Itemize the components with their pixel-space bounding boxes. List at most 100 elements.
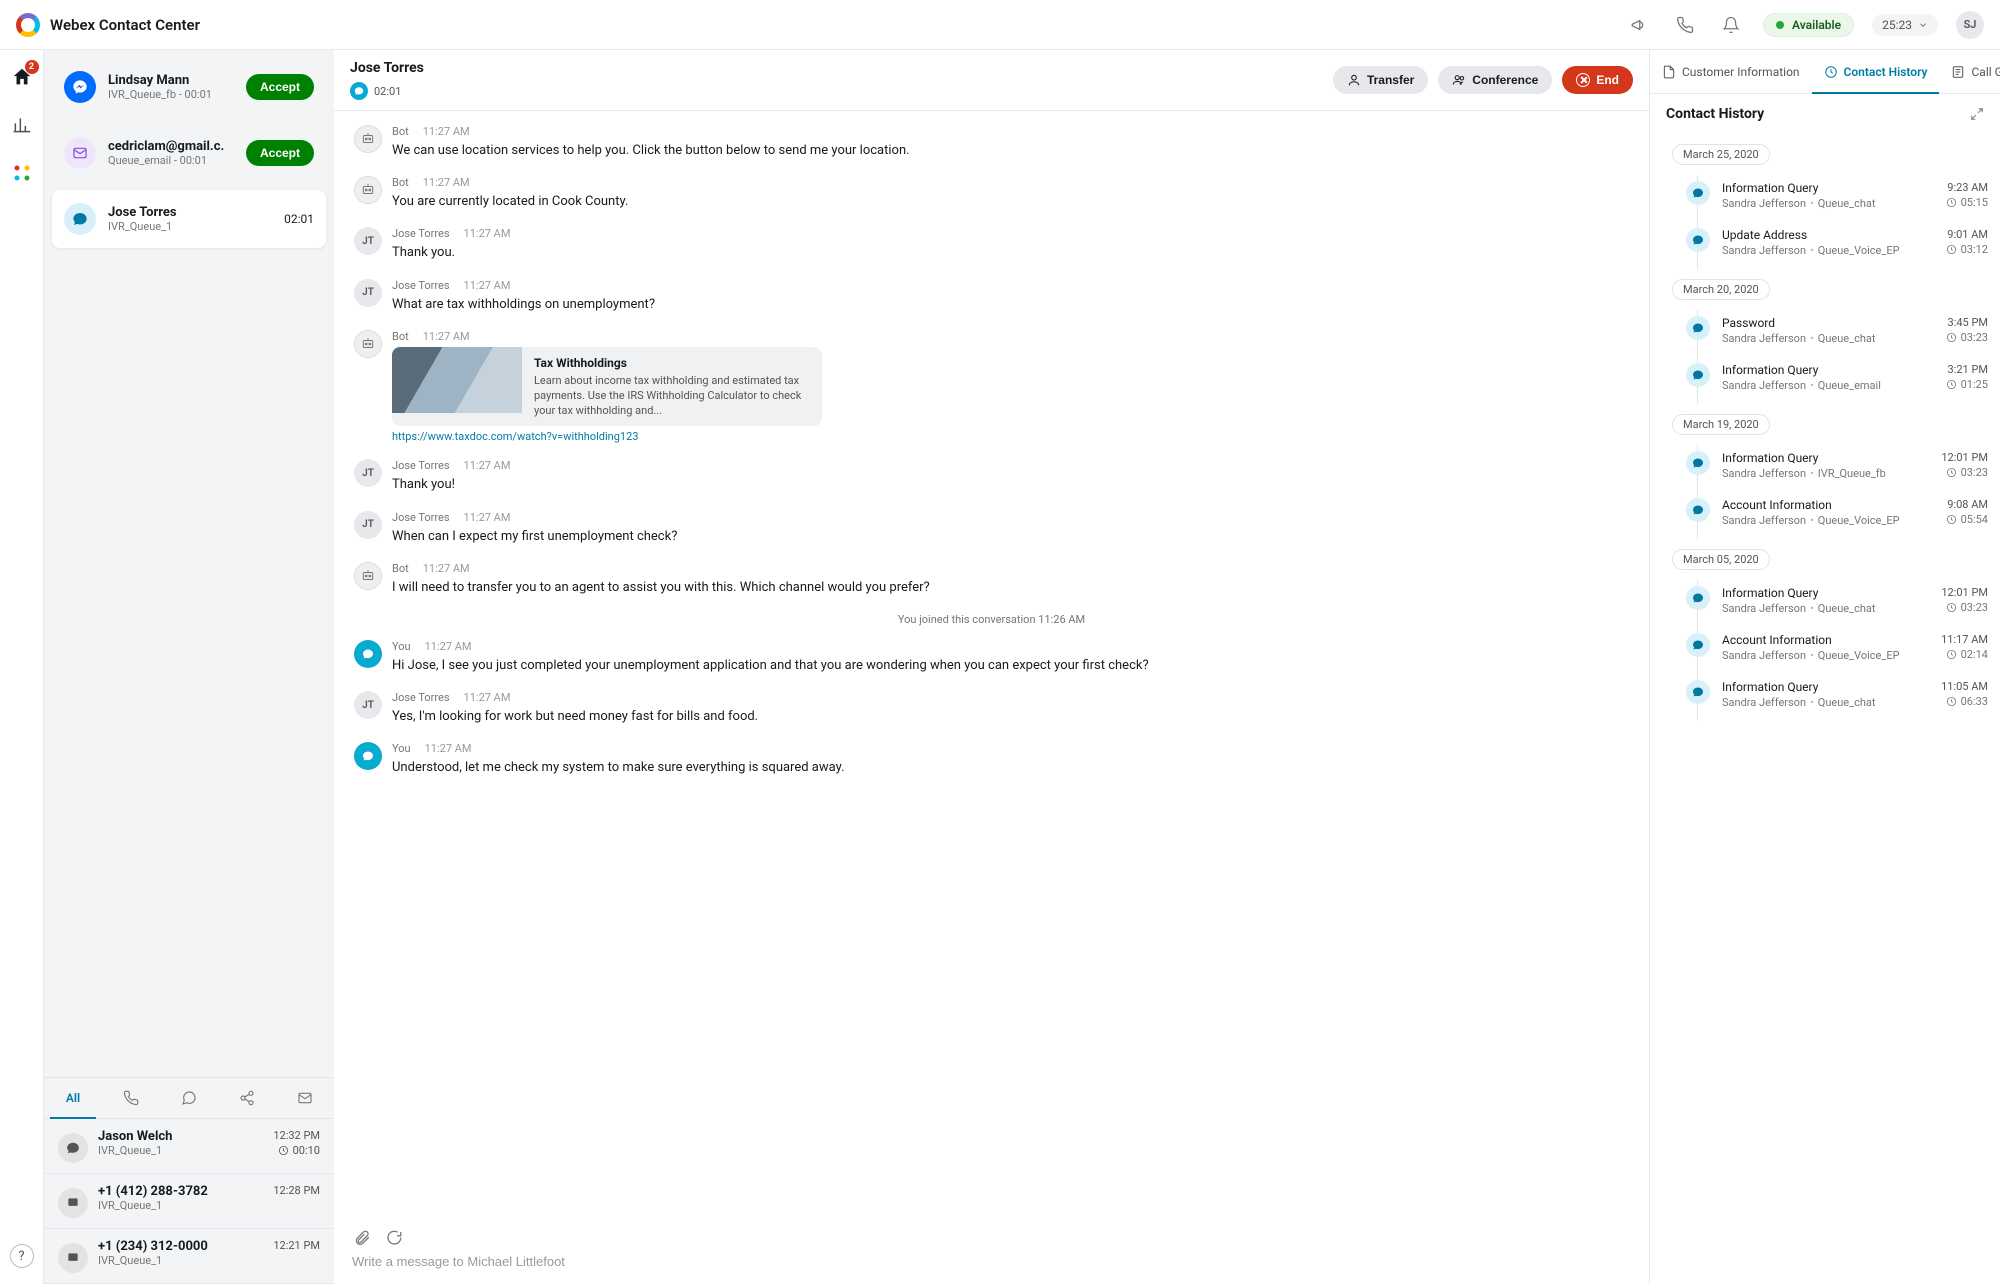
filter-tabs: All bbox=[44, 1077, 334, 1119]
attachment-icon[interactable] bbox=[352, 1228, 372, 1248]
history-duration: 03:12 bbox=[1946, 243, 1988, 256]
history-channel-icon bbox=[1686, 586, 1710, 610]
agent-avatar[interactable]: SJ bbox=[1956, 11, 1984, 39]
history-item[interactable]: Information QuerySandra Jefferson•Queue_… bbox=[1686, 175, 1988, 222]
history-duration: 05:15 bbox=[1946, 196, 1988, 209]
status-label: Available bbox=[1792, 18, 1841, 32]
nav-analytics[interactable] bbox=[9, 112, 35, 138]
message-author: Bot bbox=[392, 562, 409, 575]
tab-contact-history[interactable]: Contact History bbox=[1812, 50, 1940, 93]
session-timer[interactable]: 25:23 bbox=[1872, 14, 1938, 36]
notification-icon[interactable] bbox=[1717, 11, 1745, 39]
messenger-icon bbox=[64, 71, 96, 103]
message-avatar bbox=[354, 640, 382, 668]
recent-duration: 00:10 bbox=[273, 1144, 320, 1157]
history-item[interactable]: Information QuerySandra Jefferson•Queue_… bbox=[1686, 357, 1988, 404]
history-channel-icon bbox=[1686, 451, 1710, 475]
filter-tab-social[interactable] bbox=[218, 1078, 276, 1118]
session-timer-value: 25:23 bbox=[1882, 18, 1912, 32]
message-input[interactable] bbox=[352, 1254, 1631, 1269]
history-item[interactable]: Information QuerySandra Jefferson•IVR_Qu… bbox=[1686, 445, 1988, 492]
conference-icon bbox=[1452, 73, 1466, 87]
task-card-incoming[interactable]: cedriclam@gmail.c. Queue_email - 00:01 A… bbox=[52, 124, 326, 182]
history-icon bbox=[1824, 65, 1838, 79]
task-meta: IVR_Queue_1 bbox=[108, 220, 272, 233]
filter-tab-voice[interactable] bbox=[102, 1078, 160, 1118]
brand: Webex Contact Center bbox=[16, 13, 200, 37]
task-card-incoming[interactable]: Lindsay Mann IVR_Queue_fb - 00:01 Accept bbox=[52, 58, 326, 116]
card-image bbox=[392, 347, 522, 413]
conversation-channel-timer: 02:01 bbox=[374, 85, 401, 98]
history-channel-icon bbox=[1686, 228, 1710, 252]
app-title: Webex Contact Center bbox=[50, 16, 200, 34]
history-item[interactable]: Update AddressSandra Jefferson•Queue_Voi… bbox=[1686, 222, 1988, 269]
end-icon bbox=[1576, 73, 1590, 87]
history-item[interactable]: Information QuerySandra Jefferson•Queue_… bbox=[1686, 674, 1988, 721]
message-author: Jose Torres bbox=[392, 459, 450, 472]
message-author: Jose Torres bbox=[392, 511, 450, 524]
history-item[interactable]: Information QuerySandra Jefferson•Queue_… bbox=[1686, 580, 1988, 627]
task-card-active[interactable]: Jose Torres IVR_Queue_1 02:01 bbox=[52, 190, 326, 248]
message: You11:27 AMUnderstood, let me check my s… bbox=[354, 742, 1629, 777]
contact-history-list[interactable]: March 25, 2020 Information QuerySandra Je… bbox=[1650, 130, 2000, 1284]
history-time: 12:01 PM bbox=[1941, 586, 1988, 599]
recent-item[interactable]: +1 (234) 312-0000 IVR_Queue_1 12:21 PM bbox=[44, 1229, 334, 1284]
nav-home[interactable]: 2 bbox=[9, 64, 35, 90]
expand-icon[interactable] bbox=[1970, 107, 1984, 121]
history-item[interactable]: Account InformationSandra Jefferson•Queu… bbox=[1686, 627, 1988, 674]
accept-button[interactable]: Accept bbox=[246, 140, 314, 166]
message-time: 11:27 AM bbox=[423, 330, 470, 343]
status-pill[interactable]: Available bbox=[1763, 13, 1854, 37]
transcript[interactable]: Bot11:27 AMWe can use location services … bbox=[334, 111, 1649, 1218]
history-item[interactable]: PasswordSandra Jefferson•Queue_chat3:45 … bbox=[1686, 310, 1988, 357]
history-date-pill: March 20, 2020 bbox=[1672, 279, 1770, 300]
message-author: Bot bbox=[392, 125, 409, 138]
quick-reply-icon[interactable] bbox=[384, 1228, 404, 1248]
history-date-pill: March 25, 2020 bbox=[1672, 144, 1770, 165]
nav-help[interactable]: ? bbox=[10, 1244, 34, 1268]
conference-button[interactable]: Conference bbox=[1438, 66, 1552, 94]
history-item[interactable]: Account InformationSandra Jefferson•Queu… bbox=[1686, 492, 1988, 539]
history-duration: 03:23 bbox=[1941, 601, 1988, 614]
history-channel-icon bbox=[1686, 181, 1710, 205]
message-card[interactable]: Tax WithholdingsLearn about income tax w… bbox=[392, 347, 822, 427]
transfer-button[interactable]: Transfer bbox=[1333, 66, 1428, 94]
accept-button[interactable]: Accept bbox=[246, 74, 314, 100]
recent-name: +1 (234) 312-0000 bbox=[98, 1239, 263, 1254]
history-title: Account Information bbox=[1722, 633, 1929, 647]
message-author: Bot bbox=[392, 176, 409, 189]
clock-icon bbox=[278, 1145, 289, 1156]
message-time: 11:27 AM bbox=[464, 459, 511, 472]
brand-logo-icon bbox=[16, 13, 40, 37]
card-title: Tax Withholdings bbox=[534, 355, 810, 371]
message-avatar bbox=[354, 742, 382, 770]
message-time: 11:27 AM bbox=[425, 640, 472, 653]
history-time: 12:01 PM bbox=[1941, 451, 1988, 464]
history-duration: 05:54 bbox=[1946, 513, 1988, 526]
message-time: 11:27 AM bbox=[423, 125, 470, 138]
end-button[interactable]: End bbox=[1562, 66, 1633, 94]
history-channel-icon bbox=[1686, 633, 1710, 657]
filter-tab-chat[interactable] bbox=[160, 1078, 218, 1118]
message-time: 11:27 AM bbox=[464, 279, 511, 292]
history-duration: 01:25 bbox=[1946, 378, 1988, 391]
message-avatar: JT bbox=[354, 459, 382, 487]
announcement-icon[interactable] bbox=[1625, 11, 1653, 39]
guide-icon bbox=[1951, 65, 1965, 79]
recent-name: +1 (412) 288-3782 bbox=[98, 1184, 263, 1199]
conversation-customer-name: Jose Torres bbox=[350, 60, 424, 76]
dialpad-icon[interactable] bbox=[1671, 11, 1699, 39]
chat-icon bbox=[58, 1133, 88, 1163]
nav-apps[interactable] bbox=[9, 160, 35, 186]
filter-tab-all[interactable]: All bbox=[44, 1078, 102, 1118]
tab-customer-info[interactable]: Customer Information bbox=[1650, 50, 1812, 93]
recent-item[interactable]: +1 (412) 288-3782 IVR_Queue_1 12:28 PM bbox=[44, 1174, 334, 1229]
message-text: When can I expect my first unemployment … bbox=[392, 528, 1629, 546]
filter-tab-email[interactable] bbox=[276, 1078, 334, 1118]
message: Bot11:27 AMI will need to transfer you t… bbox=[354, 562, 1629, 597]
history-meta: Sandra Jefferson•Queue_chat bbox=[1722, 602, 1929, 615]
card-link[interactable]: https://www.taxdoc.com/watch?v=withholdi… bbox=[392, 430, 1629, 443]
tab-call-guide[interactable]: Call Guide bbox=[1939, 50, 2000, 93]
recent-meta: IVR_Queue_1 bbox=[98, 1199, 263, 1212]
recent-item[interactable]: Jason Welch IVR_Queue_1 12:32 PM 00:10 bbox=[44, 1119, 334, 1174]
